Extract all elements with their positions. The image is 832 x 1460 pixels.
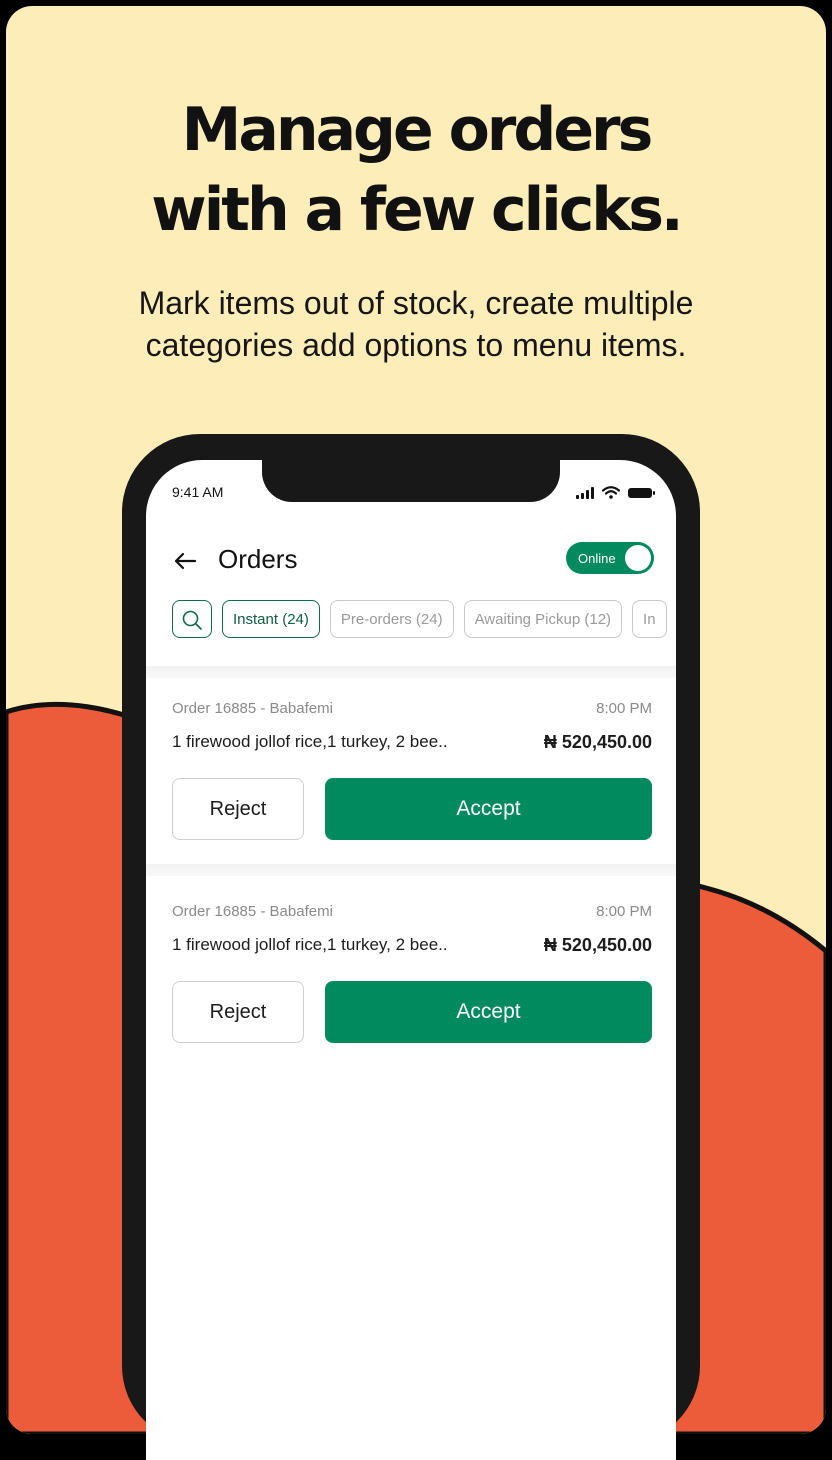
tab-instant[interactable]: Instant (24) xyxy=(222,600,320,638)
order-time: 8:00 PM xyxy=(596,903,652,920)
page-title: Orders xyxy=(218,544,298,574)
order-price: ₦ 520,450.00 xyxy=(543,732,652,752)
order-time: 8:00 PM xyxy=(596,700,652,717)
back-button[interactable] xyxy=(170,546,200,576)
reject-button[interactable]: Reject xyxy=(172,778,304,840)
toggle-knob xyxy=(625,545,651,571)
arrow-left-icon xyxy=(174,552,197,570)
app-header: Orders Online xyxy=(146,540,676,580)
subheadline: Mark items out of stock, create multiple… xyxy=(6,282,826,366)
toggle-label: Online xyxy=(578,551,616,566)
reject-button[interactable]: Reject xyxy=(172,981,304,1043)
headline: Manage orders with a few clicks. xyxy=(6,90,826,250)
order-items: 1 firewood jollof rice,1 turkey, 2 bee.. xyxy=(172,732,448,751)
subheadline-line-1: Mark items out of stock, create multiple xyxy=(138,285,694,321)
search-button[interactable] xyxy=(172,600,212,638)
subheadline-line-2: categories add options to menu items. xyxy=(145,327,687,363)
order-meta: Order 16885 - Babafemi xyxy=(172,903,333,920)
phone-notch xyxy=(262,460,560,502)
status-time: 9:41 AM xyxy=(172,484,224,500)
status-icons xyxy=(576,486,655,499)
tab-awaiting-pickup[interactable]: Awaiting Pickup (12) xyxy=(463,600,623,638)
tab-in-progress[interactable]: In xyxy=(632,600,667,638)
order-meta: Order 16885 - Babafemi xyxy=(172,700,333,717)
order-price: ₦ 520,450.00 xyxy=(543,935,652,955)
phone-mockup: 9:41 AM Orders Online Instant (24) Pre-o… xyxy=(122,434,700,1460)
section-divider xyxy=(146,864,676,876)
phone-screen: 9:41 AM Orders Online Instant (24) Pre-o… xyxy=(146,460,676,1460)
filter-chips: Instant (24) Pre-orders (24) Awaiting Pick… xyxy=(172,600,676,640)
accept-button[interactable]: Accept xyxy=(325,778,652,840)
headline-line-1: Manage orders xyxy=(181,95,654,165)
headline-line-2: with a few clicks. xyxy=(151,175,683,245)
section-divider xyxy=(146,666,676,678)
wifi-icon xyxy=(602,486,620,499)
signal-icon xyxy=(576,486,594,499)
online-toggle[interactable]: Online xyxy=(566,542,654,574)
battery-icon xyxy=(628,487,655,498)
order-items: 1 firewood jollof rice,1 turkey, 2 bee.. xyxy=(172,935,448,954)
tab-pre-orders[interactable]: Pre-orders (24) xyxy=(329,600,454,638)
search-icon xyxy=(182,610,202,630)
accept-button[interactable]: Accept xyxy=(325,981,652,1043)
